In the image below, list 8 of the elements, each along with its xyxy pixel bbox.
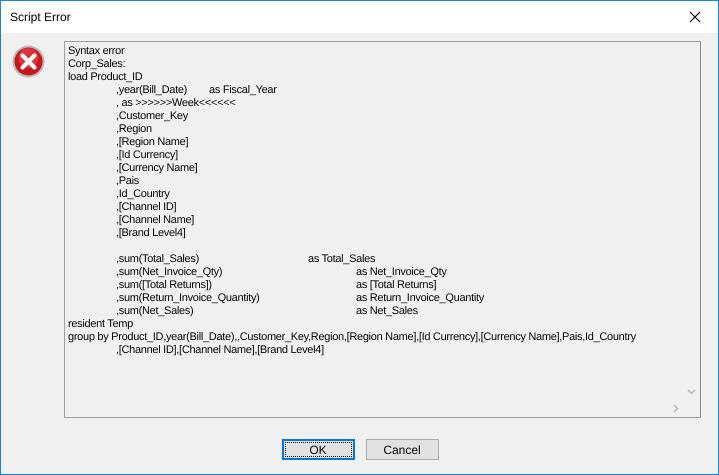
close-icon	[689, 11, 701, 23]
error-message: Syntax error Corp_Sales: load Product_ID ,year(Bill_Date) as Fiscal_Year , as >>>>>>Week<<<<<< ,Customer_Key ,Region ,[Region Name] ,[Id Currency] ,[Currency Name] ,Pais ,Id_Country ,[Channel ID] ,[Channel Name] ,[Brand Level4] ,sum(Total_Sales) as Total_Sales ,sum(Net_Invoice_Qty) as Net_Invoice_Qty ,sum([Total Returns]) as [Total Returns] ,sum(Return_Invoice_Quantity) as Return_Invoice_Quantity ,sum(Net_Sales) as Net_Sales resident Temp group by Product_ID,year(Bill_Date),,Customer_Key,Region,[Region Name],[Id Currency],[Currency Name],Pais,Id_Country ,[Channel ID],[Channel Name],[Brand Level4]	[67, 44, 637, 358]
scroll-right-icon	[673, 404, 679, 413]
ok-button[interactable]: OK	[282, 439, 354, 460]
error-icon	[12, 45, 45, 78]
scroll-down-icon	[687, 389, 696, 395]
cancel-button[interactable]: Cancel	[366, 439, 438, 460]
window-title: Script Error	[10, 9, 71, 26]
